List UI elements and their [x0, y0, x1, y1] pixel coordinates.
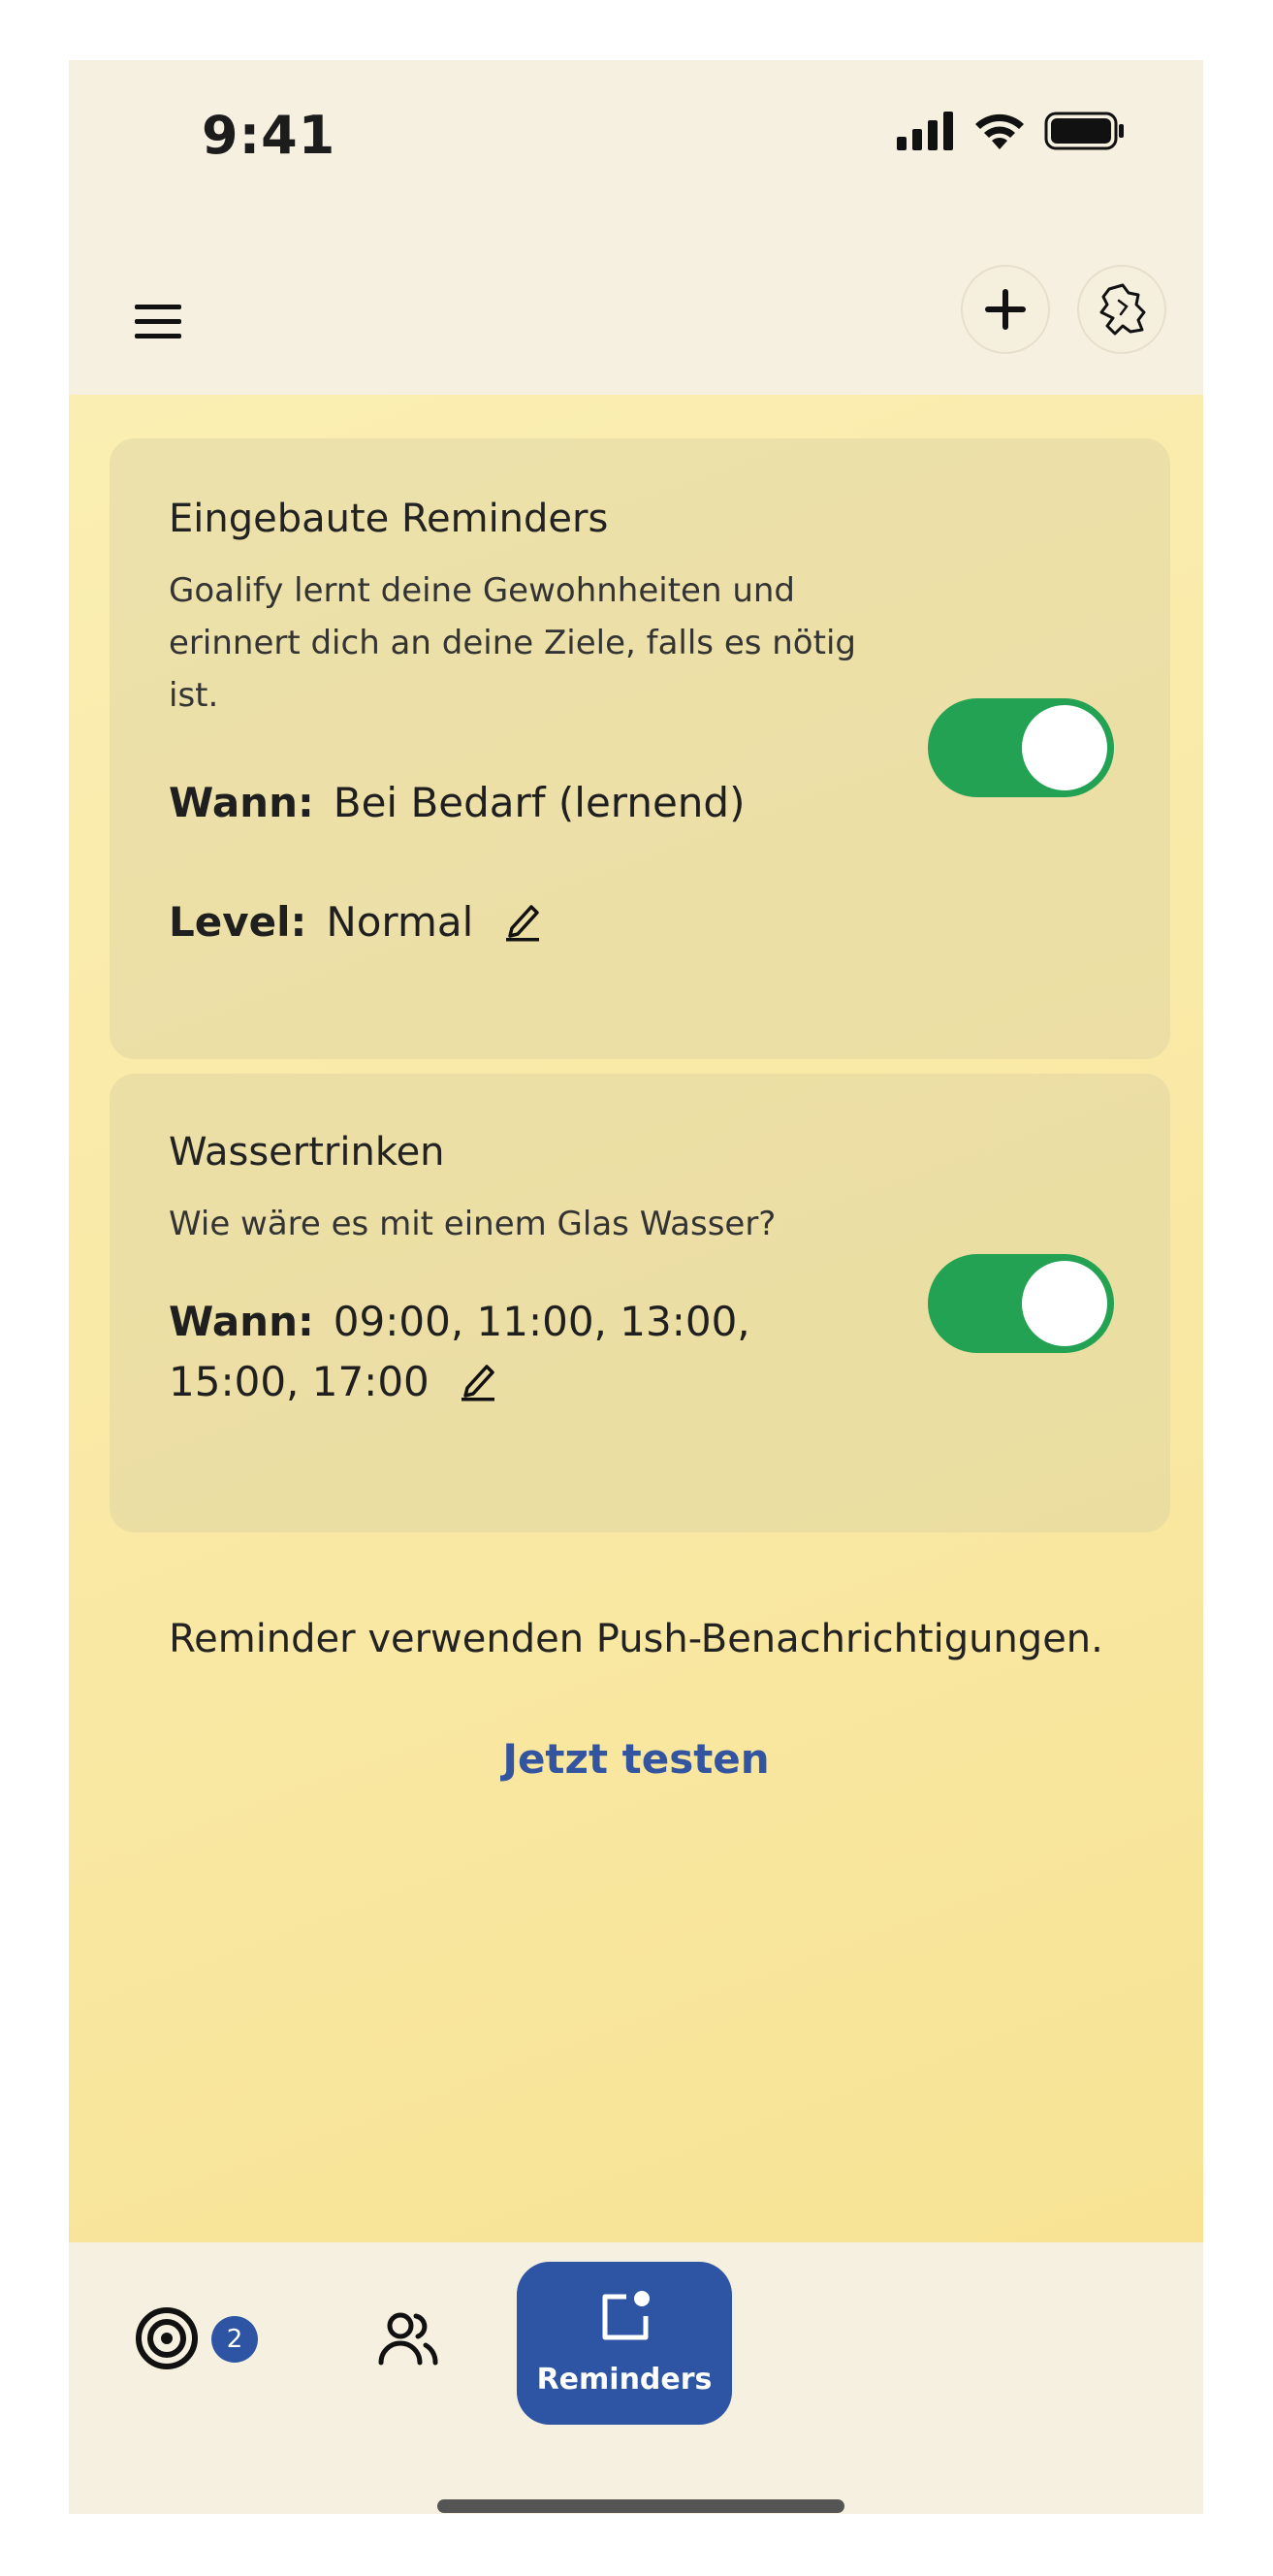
wifi-icon [975, 113, 1024, 149]
signal-icon [897, 112, 953, 150]
tab-bar: 2 Reminders [69, 2242, 1203, 2514]
battery-icon [1044, 112, 1124, 150]
home-indicator [437, 2499, 844, 2513]
status-bar: 9:41 [69, 60, 1203, 206]
top-bar [69, 254, 1203, 400]
toggle-knob [1022, 705, 1107, 790]
reminder-note-icon [602, 2291, 650, 2340]
push-notification-info: Reminder verwenden Push-Benachrichtigung… [169, 1617, 1103, 1661]
reminder-card-builtin: Eingebaute Reminders Goalify lernt deine… [110, 438, 1170, 1059]
when-value: Bei Bedarf (lernend) [333, 779, 746, 826]
level-label: Level: [169, 898, 307, 946]
reminder-level: Level: Normal [169, 892, 543, 952]
toggle-knob [1022, 1261, 1107, 1346]
users-icon [378, 2312, 438, 2366]
hamburger-icon [135, 305, 181, 338]
goals-badge: 2 [211, 2316, 258, 2363]
test-now-link[interactable]: Jetzt testen [69, 1735, 1203, 1783]
profile-avatar-button[interactable] [1077, 265, 1166, 354]
plus-icon [985, 289, 1026, 330]
reminder-description: Wie wäre es mit einem Glas Wasser? [169, 1205, 777, 1243]
pencil-icon[interactable] [504, 899, 543, 942]
reminder-when: Wann: 09:00, 11:00, 13:00, 15:00, 17:00 [169, 1292, 867, 1412]
status-icons [897, 111, 1126, 151]
reminder-when: Wann: Bei Bedarf (lernend) [169, 773, 745, 833]
tab-reminders-label: Reminders [536, 2363, 713, 2397]
tab-friends[interactable] [375, 2304, 443, 2372]
status-time: 9:41 [202, 105, 336, 166]
reminder-title: Eingebaute Reminders [169, 497, 609, 541]
phone-screen: 9:41 Eingebaute Reminders Goalify lernt … [69, 60, 1203, 2514]
menu-button[interactable] [129, 293, 187, 351]
reminder-toggle-water[interactable] [928, 1254, 1114, 1353]
level-value: Normal [326, 898, 474, 946]
add-button[interactable] [961, 265, 1050, 354]
reminder-description: Goalify lernt deine Gewohnheiten und eri… [169, 571, 856, 715]
tab-reminders[interactable]: Reminders [517, 2262, 732, 2425]
target-icon [136, 2307, 198, 2369]
reminder-card-water: Wassertrinken Wie wäre es mit einem Glas… [110, 1074, 1170, 1532]
reminder-toggle-builtin[interactable] [928, 698, 1114, 797]
reminders-content: Eingebaute Reminders Goalify lernt deine… [69, 395, 1203, 2242]
when-label: Wann: [169, 779, 314, 826]
reminder-title: Wassertrinken [169, 1130, 445, 1175]
when-label: Wann: [169, 1298, 314, 1345]
pencil-icon[interactable] [460, 1359, 498, 1401]
avatar-icon [1099, 283, 1146, 336]
tab-goals[interactable] [133, 2304, 201, 2372]
